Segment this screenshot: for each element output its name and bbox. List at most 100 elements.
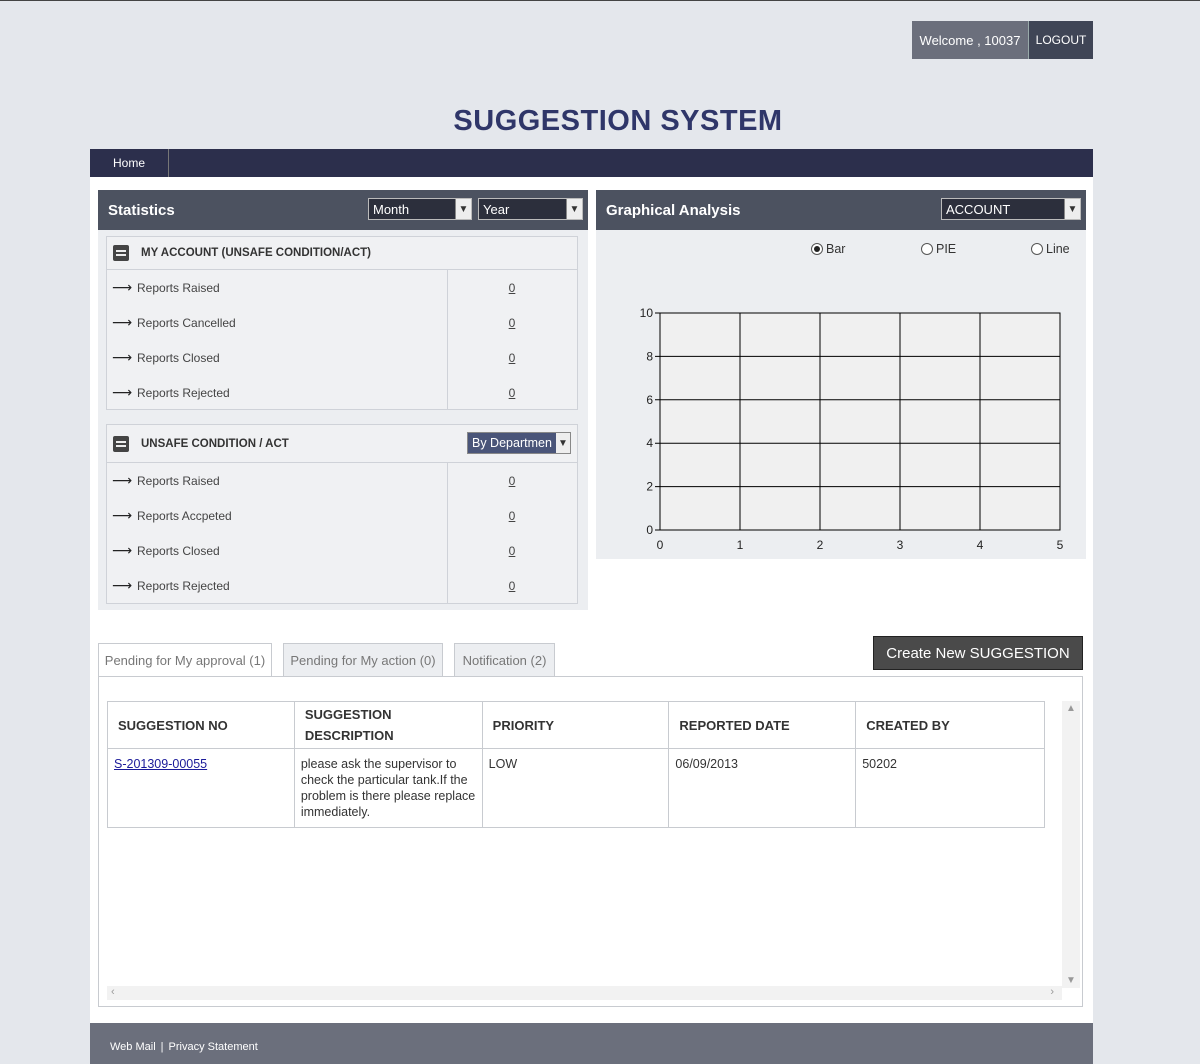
y-tick-label: 2 [646,480,653,494]
unsafe-header: UNSAFE CONDITION / ACT By Departmen ▼ [107,425,577,463]
arrow-right-icon: ⟶ [111,577,133,593]
stat-row: ⟶ Reports Rejected 0 [107,375,577,410]
stat-value-link[interactable]: 0 [447,316,577,330]
header-description-line1: SUGGESTION [304,707,392,722]
department-select-value: By Departmen [472,436,552,450]
statistics-panel: Statistics Month ▼ Year ▼ MY ACCOUNT (UN… [98,190,588,610]
header-description: SUGGESTION DESCRIPTION [293,701,483,749]
stat-row: ⟶ Reports Rejected 0 [107,568,577,603]
cell-reported-date: 06/09/2013 [668,748,857,828]
unsafe-box: UNSAFE CONDITION / ACT By Departmen ▼ ⟶ R… [106,424,578,604]
my-account-header: MY ACCOUNT (UNSAFE CONDITION/ACT) [107,237,577,270]
stat-value-link[interactable]: 0 [447,351,577,365]
tab-panel: SUGGESTION NO SUGGESTION DESCRIPTION PRI… [98,676,1083,1007]
stat-row: ⟶ Reports Accpeted 0 [107,498,577,533]
stat-value-link[interactable]: 0 [447,281,577,295]
arrow-right-icon: ⟶ [111,384,133,400]
main-content: Statistics Month ▼ Year ▼ MY ACCOUNT (UN… [90,177,1093,1023]
table-row: S-201309-00055 please ask the supervisor… [107,748,1045,828]
scroll-down-icon[interactable]: ▼ [1066,975,1076,986]
stat-row: ⟶ Reports Cancelled 0 [107,305,577,340]
welcome-text: Welcome , 10037 [912,21,1028,59]
column-divider [447,270,448,409]
header-created-by: CREATED BY [855,701,1045,749]
stat-label: Reports Raised [137,280,220,295]
y-tick-label: 10 [640,306,654,320]
contact-card-icon [113,245,129,261]
suggestion-link[interactable]: S-201309-00055 [114,757,207,771]
stat-row: ⟶ Reports Closed 0 [107,533,577,568]
statistics-title: Statistics [108,201,175,219]
chevron-down-icon: ▼ [556,433,570,453]
header-reported-date: REPORTED DATE [668,701,857,749]
column-divider [447,463,448,603]
cell-created-by: 50202 [855,748,1045,828]
stat-row: ⟶ Reports Raised 0 [107,270,577,305]
app-title: SUGGESTION SYSTEM [453,105,783,137]
plot-area [659,312,1061,531]
y-tick-label: 6 [646,393,653,407]
webmail-link[interactable]: Web Mail [110,1041,156,1053]
suggestion-table: SUGGESTION NO SUGGESTION DESCRIPTION PRI… [107,701,1045,828]
arrow-right-icon: ⟶ [111,542,133,558]
table-header-row: SUGGESTION NO SUGGESTION DESCRIPTION PRI… [107,701,1045,749]
my-account-title: MY ACCOUNT (UNSAFE CONDITION/ACT) [141,247,371,259]
scroll-up-icon[interactable]: ▲ [1066,703,1076,714]
statistics-header: Statistics Month ▼ Year ▼ [98,190,588,230]
unsafe-title: UNSAFE CONDITION / ACT [141,437,289,450]
graph-panel: Graphical Analysis ACCOUNT ▼ Bar PIE Lin… [596,190,1086,559]
create-suggestion-button[interactable]: Create New SUGGESTION [873,636,1083,670]
year-select[interactable]: Year ▼ [478,198,583,220]
stat-value-link[interactable]: 0 [447,579,577,593]
y-tick-label: 8 [646,349,653,363]
stat-label: Reports Closed [137,350,220,365]
horizontal-scrollbar[interactable]: ‹ › [107,986,1062,1000]
bar-chart: 0 1 2 3 4 5 0 2 4 6 8 10 [640,306,1064,552]
vertical-scrollbar[interactable]: ▲ ▼ [1062,701,1080,988]
x-tick-label: 1 [737,538,744,552]
year-select-value: Year [483,201,510,217]
arrow-right-icon: ⟶ [111,279,133,295]
tab-pending-approval[interactable]: Pending for My approval (1) [98,643,272,677]
stat-row: ⟶ Reports Closed 0 [107,340,577,375]
x-tick-label: 0 [657,538,664,552]
header-description-line2: DESCRIPTION [304,728,394,743]
month-select[interactable]: Month ▼ [368,198,472,220]
x-tick-label: 2 [817,538,824,552]
cell-suggestion-no: S-201309-00055 [107,748,295,828]
department-select[interactable]: By Departmen ▼ [467,432,571,454]
contact-card-icon [113,435,129,452]
stat-label: Reports Rejected [137,385,230,400]
y-tick-label: 4 [646,436,653,450]
stat-value-link[interactable]: 0 [447,386,577,400]
privacy-link[interactable]: Privacy Statement [169,1041,258,1053]
stat-value-link[interactable]: 0 [447,544,577,558]
footer-separator: | [160,1040,164,1053]
cell-description: please ask the supervisor to check the p… [293,748,483,828]
x-tick-label: 3 [897,538,904,552]
stat-label: Reports Rejected [137,578,230,593]
scroll-right-icon[interactable]: › [1050,986,1054,998]
nav-home[interactable]: Home [90,149,169,177]
arrow-right-icon: ⟶ [111,472,133,488]
header-priority: PRIORITY [481,701,670,749]
stat-label: Reports Accpeted [137,508,232,523]
logout-button[interactable]: LOGOUT [1028,21,1093,59]
arrow-right-icon: ⟶ [111,349,133,365]
x-tick-label: 4 [977,538,984,552]
navbar: Home [90,149,1093,177]
tab-pending-action[interactable]: Pending for My action (0) [283,643,443,677]
arrow-right-icon: ⟶ [111,507,133,523]
stat-row: ⟶ Reports Raised 0 [107,463,577,498]
stat-label: Reports Raised [137,473,220,488]
month-select-value: Month [373,201,410,217]
scroll-left-icon[interactable]: ‹ [111,986,115,998]
chevron-down-icon: ▼ [566,199,582,219]
my-account-box: MY ACCOUNT (UNSAFE CONDITION/ACT) ⟶ Repor… [106,236,578,410]
stat-value-link[interactable]: 0 [447,509,577,523]
tab-notification[interactable]: Notification (2) [454,643,555,677]
arrow-right-icon: ⟶ [111,314,133,330]
chevron-down-icon: ▼ [455,199,471,219]
cell-priority: LOW [481,748,670,828]
stat-value-link[interactable]: 0 [447,474,577,488]
